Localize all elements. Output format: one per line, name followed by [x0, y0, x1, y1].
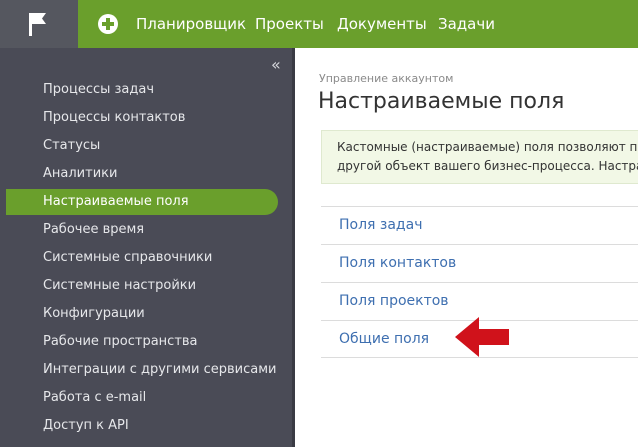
nav-planner[interactable]: Планировщик: [136, 15, 246, 33]
sidebar-item-configurations[interactable]: Конфигурации: [6, 301, 278, 327]
link-project-fields[interactable]: Поля проектов: [339, 293, 449, 309]
red-arrow-left-icon: [455, 317, 509, 357]
link-contact-fields[interactable]: Поля контактов: [339, 255, 456, 271]
sidebar-item-custom-fields[interactable]: Настраиваемые поля: [6, 189, 278, 215]
info-box: Кастомные (настраиваемые) поля позволяют…: [321, 130, 638, 184]
sidebar-item-email[interactable]: Работа с e-mail: [6, 385, 278, 411]
link-task-fields[interactable]: Поля задач: [339, 217, 422, 233]
sidebar-item-integrations[interactable]: Интеграции с другими сервисами: [6, 357, 278, 383]
sidebar-item-contact-processes[interactable]: Процессы контактов: [6, 105, 278, 131]
plus-circle-icon[interactable]: [98, 14, 118, 34]
flag-icon: [29, 13, 46, 36]
sidebar: « Процессы задач Процессы контактов Стат…: [0, 48, 295, 447]
sidebar-item-analytics[interactable]: Аналитики: [6, 161, 278, 187]
list-item: Поля контактов: [321, 244, 638, 282]
list-item: Поля задач: [321, 206, 638, 244]
sidebar-item-system-directories[interactable]: Системные справочники: [6, 245, 278, 271]
sidebar-item-workspaces[interactable]: Рабочие пространства: [6, 329, 278, 355]
sidebar-item-task-processes[interactable]: Процессы задач: [6, 77, 278, 103]
info-text-line-2: другой объект вашего бизнес-процесса. На…: [337, 159, 638, 173]
top-bar: Планировщик Проекты Документы Задачи: [0, 0, 638, 48]
page-title: Настраиваемые поля: [318, 89, 565, 114]
nav-projects[interactable]: Проекты: [255, 15, 324, 33]
link-common-fields[interactable]: Общие поля: [339, 331, 429, 347]
logo[interactable]: [0, 0, 78, 48]
breadcrumb[interactable]: Управление аккаунтом: [319, 72, 453, 85]
sidebar-item-api-access[interactable]: Доступ к API: [6, 413, 278, 439]
sidebar-item-statuses[interactable]: Статусы: [6, 133, 278, 159]
sidebar-item-system-settings[interactable]: Системные настройки: [6, 273, 278, 299]
sidebar-item-work-time[interactable]: Рабочее время: [6, 217, 278, 243]
nav-tasks[interactable]: Задачи: [438, 15, 495, 33]
double-chevron-left-icon[interactable]: «: [271, 55, 281, 74]
info-text-line-1: Кастомные (настраиваемые) поля позволяют…: [337, 140, 638, 154]
nav-documents[interactable]: Документы: [337, 15, 427, 33]
